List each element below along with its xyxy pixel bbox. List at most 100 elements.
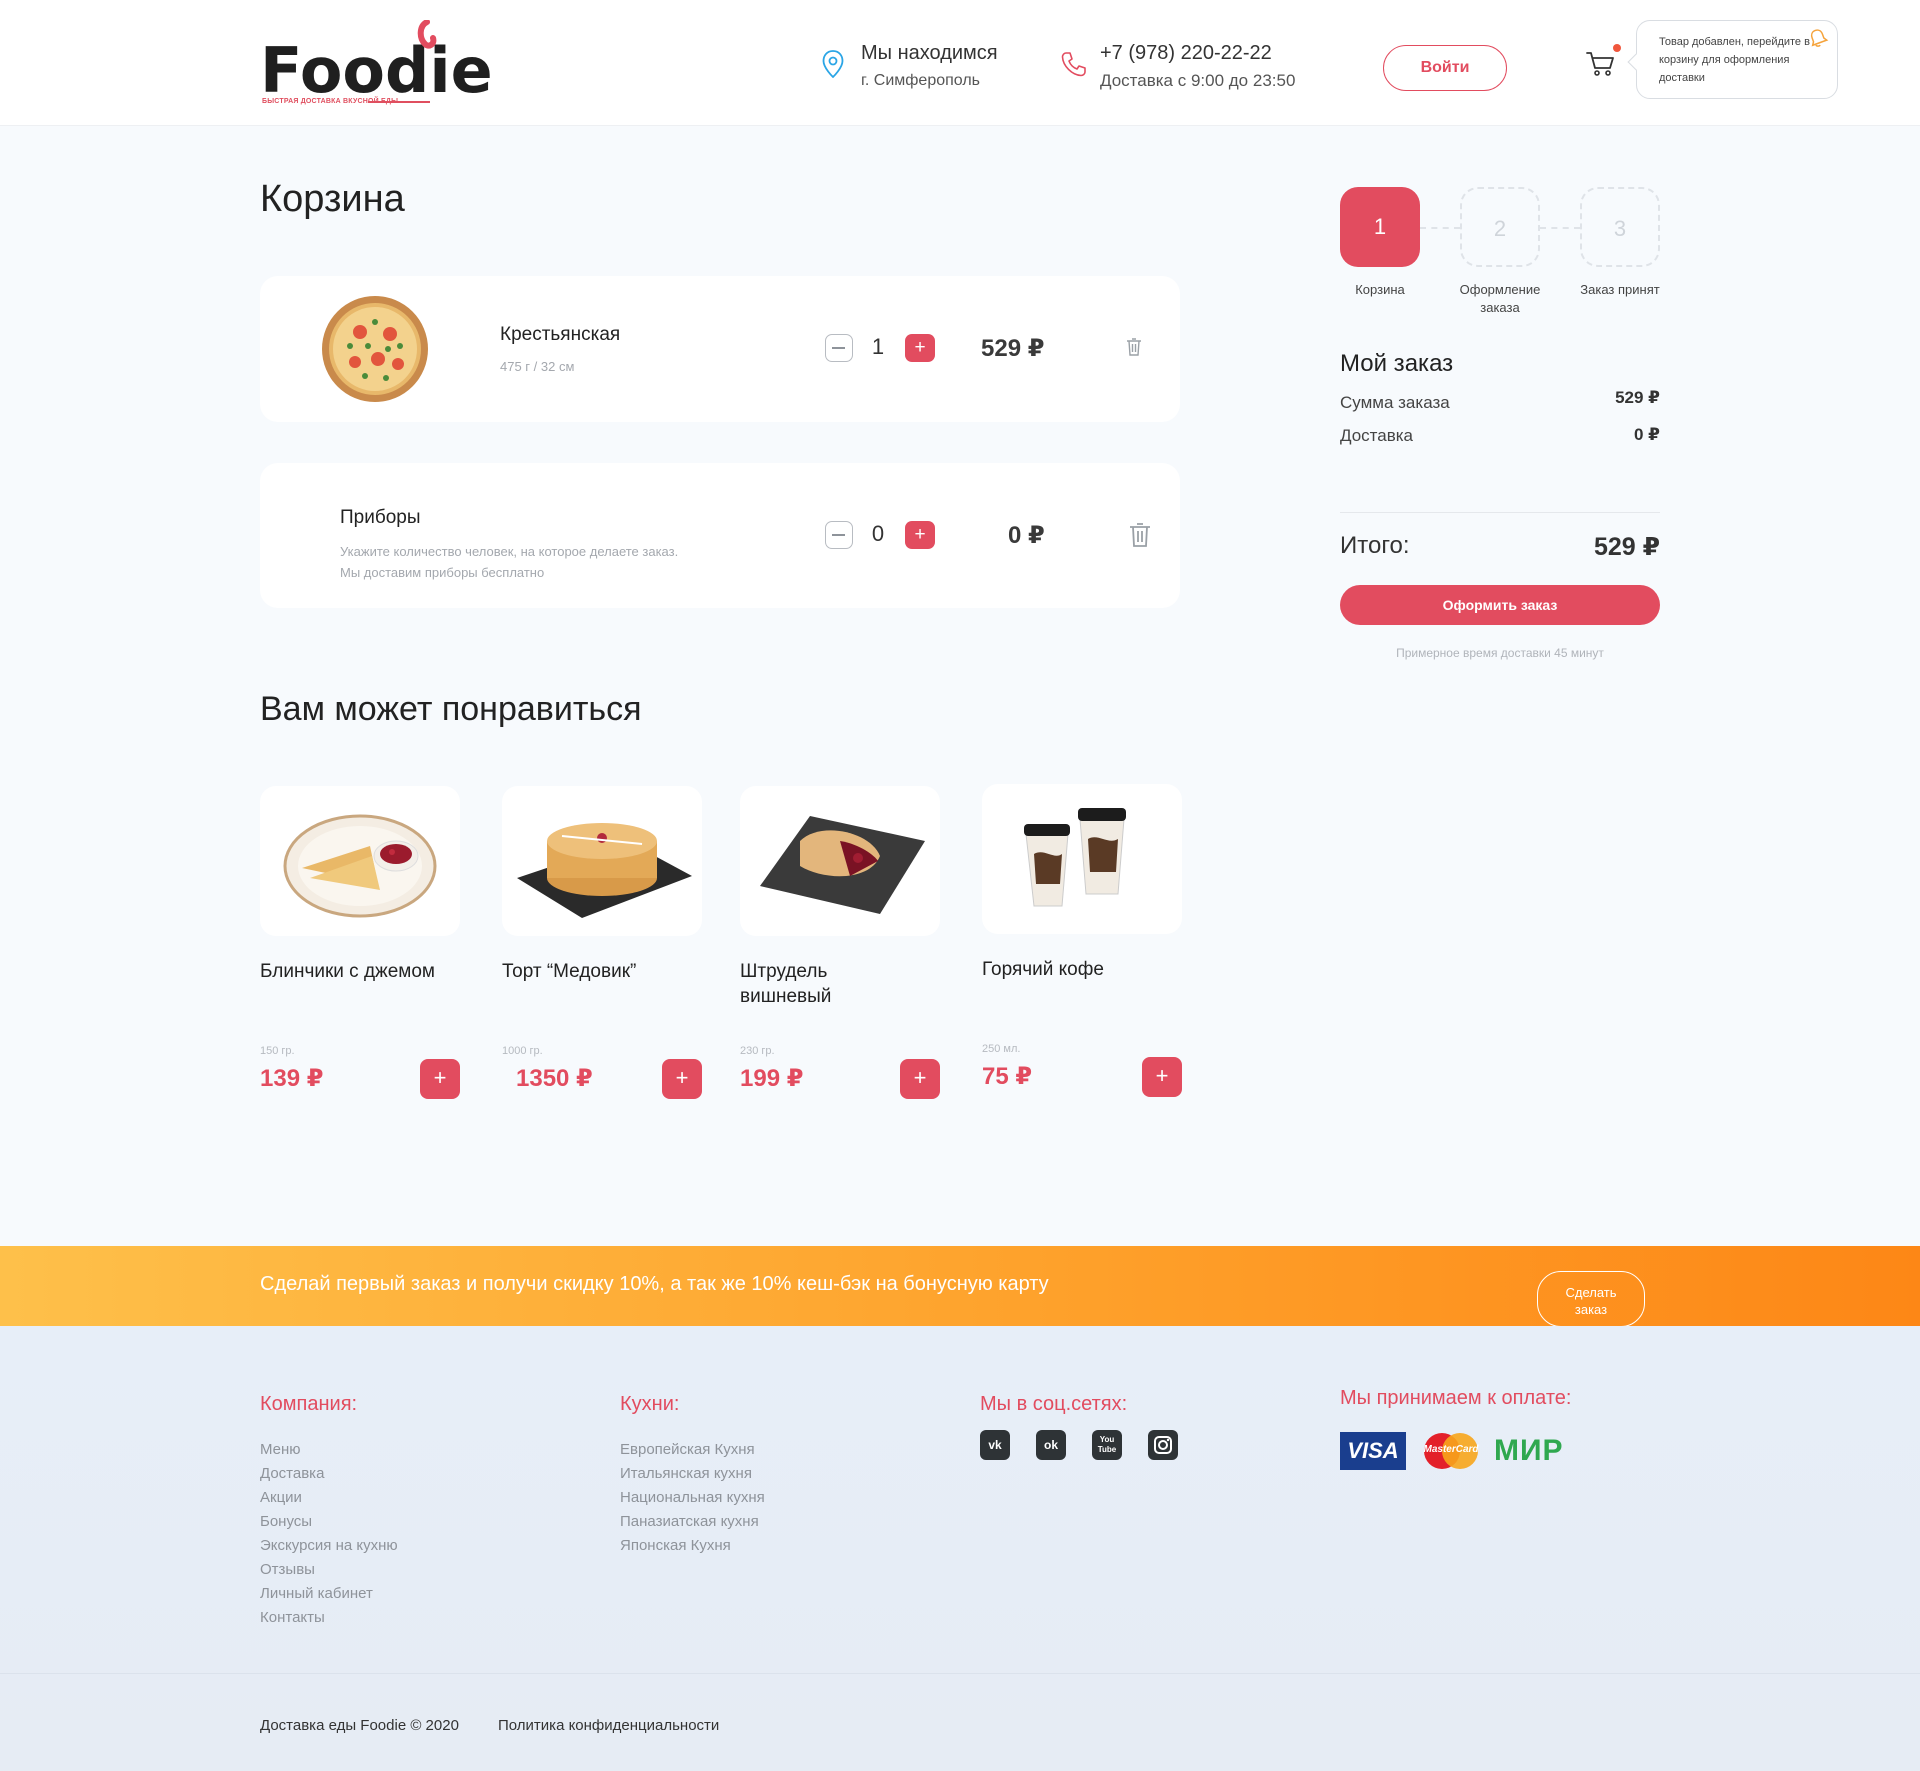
footer-link[interactable]: Паназиатская кухня — [620, 1510, 765, 1534]
step-3[interactable]: 3 — [1580, 187, 1660, 267]
make-order-button-line2: заказ — [1574, 1302, 1608, 1317]
make-order-button[interactable]: Сделать заказ — [1537, 1271, 1645, 1327]
cutlery-increase-button[interactable]: + — [905, 521, 935, 549]
recommended-title: Вам может понравиться — [260, 690, 642, 728]
footer-link[interactable]: Японская Кухня — [620, 1534, 765, 1558]
cart-item-price: 529 ₽ — [981, 335, 1045, 362]
shrimp-logo-icon — [417, 20, 437, 49]
add-to-cart-button[interactable]: + — [662, 1059, 702, 1099]
product-image-coffee[interactable] — [982, 784, 1182, 934]
delivery-value: 0 ₽ — [1633, 425, 1660, 444]
footer-link[interactable]: Национальная кухня — [620, 1486, 765, 1510]
location-title: Мы находимся — [861, 42, 998, 64]
toast-text: Товар добавлен, перейдите в корзину для … — [1659, 36, 1810, 84]
vk-icon[interactable]: vk — [980, 1430, 1010, 1460]
pancakes-image — [283, 814, 437, 918]
footer-link[interactable]: Контакты — [260, 1606, 398, 1630]
added-to-cart-toast: Товар добавлен, перейдите в корзину для … — [1627, 20, 1838, 99]
phone-icon — [1061, 52, 1086, 77]
youtube-icon[interactable]: You Tube — [1092, 1430, 1122, 1460]
cutlery-title: Приборы — [340, 507, 421, 528]
step-2[interactable]: 2 — [1460, 187, 1540, 267]
footer-link[interactable]: Бонусы — [260, 1510, 398, 1534]
make-order-button-line1: Сделать — [1565, 1285, 1617, 1300]
product-price: 1350 ₽ — [516, 1065, 593, 1092]
phone-number[interactable]: +7 (978) 220-22-22 — [1100, 42, 1272, 65]
product-price: 199 ₽ — [740, 1065, 804, 1092]
add-to-cart-button[interactable]: + — [420, 1059, 460, 1099]
product-price: 75 ₽ — [982, 1063, 1033, 1090]
mir-logo: МИР — [1494, 1434, 1564, 1467]
logo[interactable]: Foodie БЫСТРАЯ ДОСТАВКА ВКУСНОЙ ЕДЫ — [260, 20, 493, 110]
summary-divider — [1340, 512, 1660, 513]
trash-icon[interactable] — [1128, 521, 1152, 549]
delivery-hours: Доставка с 9:00 до 23:50 — [1100, 71, 1296, 90]
footer-divider — [0, 1673, 1920, 1674]
site-footer: Компания: Меню Доставка Акции Бонусы Экс… — [0, 1326, 1920, 1771]
trash-icon[interactable] — [1126, 337, 1142, 357]
cutlery-qty-value: 0 — [871, 521, 885, 546]
footer-link[interactable]: Итальянская кухня — [620, 1462, 765, 1486]
cutlery-decrease-button[interactable] — [825, 521, 853, 549]
order-sum-value: 529 ₽ — [1615, 388, 1660, 407]
product-image-strudel[interactable] — [740, 786, 940, 936]
copyright: Доставка еды Foodie © 2020 — [260, 1717, 459, 1734]
footer-social-title: Мы в соц.сетях: — [980, 1393, 1128, 1415]
honey-cake-image — [517, 823, 692, 918]
delivery-label: Доставка — [1340, 426, 1414, 445]
product-price: 139 ₽ — [260, 1065, 324, 1092]
cart-notification-dot — [1613, 44, 1621, 52]
product-image-pancakes[interactable] — [260, 786, 460, 936]
cart-icon[interactable] — [1586, 50, 1616, 78]
footer-link[interactable]: Отзывы — [260, 1558, 398, 1582]
step-1[interactable]: 1 — [1340, 187, 1420, 267]
product-weight: 250 мл. — [982, 1043, 1021, 1055]
privacy-policy-link[interactable]: Политика конфиденциальности — [498, 1717, 719, 1734]
cutlery-card: Приборы Укажите количество человек, на к… — [260, 463, 1180, 608]
qty-increase-button[interactable]: + — [905, 334, 935, 362]
order-summary-title: Мой заказ — [1340, 350, 1454, 377]
footer-link[interactable]: Личный кабинет — [260, 1582, 398, 1606]
step-1-label: Корзина — [1355, 282, 1405, 297]
footer-link[interactable]: Европейская Кухня — [620, 1438, 765, 1462]
product-name: Штрудель вишневый — [740, 961, 832, 1007]
product-weight: 1000 гр. — [502, 1045, 543, 1057]
footer-cuisines-title: Кухни: — [620, 1393, 680, 1415]
cutlery-price: 0 ₽ — [1008, 522, 1045, 549]
promo-banner: Сделай первый заказ и получи скидку 10%,… — [0, 1246, 1920, 1327]
toast-tail — [1627, 53, 1645, 71]
footer-link[interactable]: Меню — [260, 1438, 398, 1462]
location-city: г. Симферополь — [861, 72, 981, 89]
product-image-honey-cake[interactable] — [502, 786, 702, 936]
step-3-label: Заказ принят — [1580, 282, 1660, 297]
footer-link[interactable]: Акции — [260, 1486, 398, 1510]
mastercard-label: MasterCard — [1423, 1444, 1479, 1455]
pizza-image — [322, 296, 428, 402]
instagram-icon[interactable] — [1148, 1430, 1178, 1460]
footer-link[interactable]: Доставка — [260, 1462, 398, 1486]
footer-link[interactable]: Экскурсия на кухню — [260, 1534, 398, 1558]
total-label: Итого: — [1340, 532, 1410, 559]
qty-value: 1 — [871, 334, 885, 359]
bell-icon — [1810, 29, 1829, 47]
logo-wordmark: Foodie — [260, 34, 493, 107]
checkout-button[interactable]: Оформить заказ — [1340, 585, 1660, 625]
add-to-cart-button[interactable]: + — [900, 1059, 940, 1099]
location-pin-icon — [822, 50, 844, 78]
footer-company-links: Меню Доставка Акции Бонусы Экскурсия на … — [260, 1438, 398, 1630]
qty-decrease-button[interactable] — [825, 334, 853, 362]
coffee-cups-image — [1024, 808, 1126, 907]
product-weight: 150 гр. — [260, 1045, 295, 1057]
cart-item-name: Крестьянская — [500, 324, 621, 345]
order-sum-label: Сумма заказа — [1340, 393, 1450, 412]
odnoklassniki-icon[interactable]: ok — [1036, 1430, 1066, 1460]
step-2-label: Оформление заказа — [1459, 282, 1541, 315]
add-to-cart-button[interactable]: + — [1142, 1057, 1182, 1097]
total-value: 529 ₽ — [1593, 533, 1660, 561]
promo-text: Сделай первый заказ и получи скидку 10%,… — [260, 1273, 1049, 1295]
strudel-image — [760, 816, 925, 914]
login-button[interactable]: Войти — [1383, 45, 1507, 91]
step-connector — [1540, 227, 1580, 229]
mastercard-logo: MasterCard — [1420, 1432, 1482, 1470]
cutlery-desc-1: Укажите количество человек, на которое д… — [340, 544, 679, 559]
